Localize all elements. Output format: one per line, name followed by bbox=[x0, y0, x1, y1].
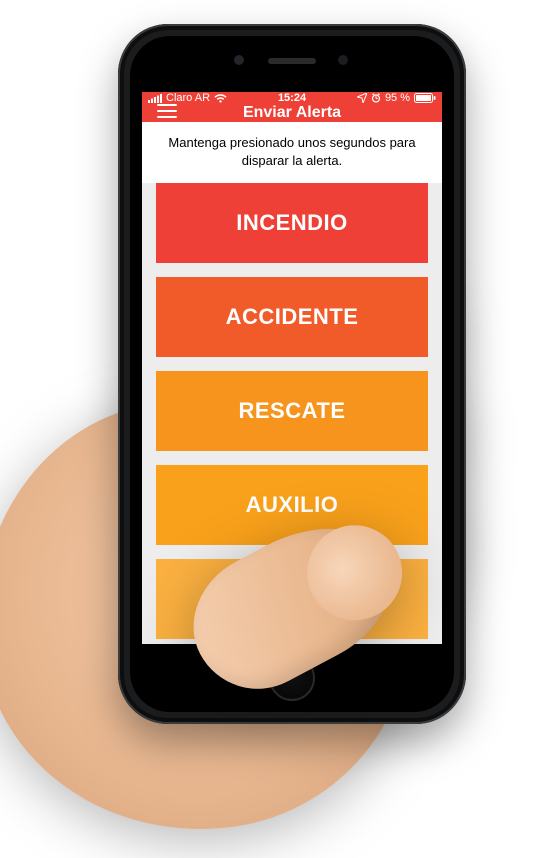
page-title: Enviar Alerta bbox=[243, 104, 341, 122]
instruction-text: Mantenga presionado unos segundos para d… bbox=[142, 122, 442, 183]
clock-label: 15:24 bbox=[278, 92, 306, 104]
alert-rescate-button[interactable]: RESCATE bbox=[156, 371, 428, 451]
alert-incendio-button[interactable]: INCENDIO bbox=[156, 183, 428, 263]
phone-frame: Claro AR 15:24 95 % bbox=[118, 24, 466, 724]
alert-extra-button[interactable] bbox=[156, 559, 428, 639]
phone-screen: Claro AR 15:24 95 % bbox=[142, 92, 442, 644]
battery-label: 95 % bbox=[385, 92, 410, 104]
hamburger-icon bbox=[157, 104, 177, 123]
wifi-icon bbox=[214, 94, 227, 103]
alert-auxilio-button[interactable]: AUXILIO bbox=[156, 465, 428, 545]
nav-header: Enviar Alerta bbox=[142, 104, 442, 122]
signal-icon bbox=[148, 94, 162, 103]
speaker-slit bbox=[268, 58, 316, 64]
alarm-icon bbox=[371, 93, 381, 103]
alert-accidente-button[interactable]: ACCIDENTE bbox=[156, 277, 428, 357]
alert-list: INCENDIO ACCIDENTE RESCATE AUXILIO bbox=[142, 183, 442, 644]
front-camera bbox=[234, 55, 244, 65]
prox-sensor bbox=[338, 55, 348, 65]
status-bar: Claro AR 15:24 95 % bbox=[142, 92, 442, 104]
carrier-label: Claro AR bbox=[166, 92, 210, 104]
location-icon bbox=[357, 93, 367, 103]
menu-button[interactable] bbox=[150, 104, 184, 122]
home-button[interactable] bbox=[269, 655, 315, 701]
battery-icon bbox=[414, 93, 436, 103]
